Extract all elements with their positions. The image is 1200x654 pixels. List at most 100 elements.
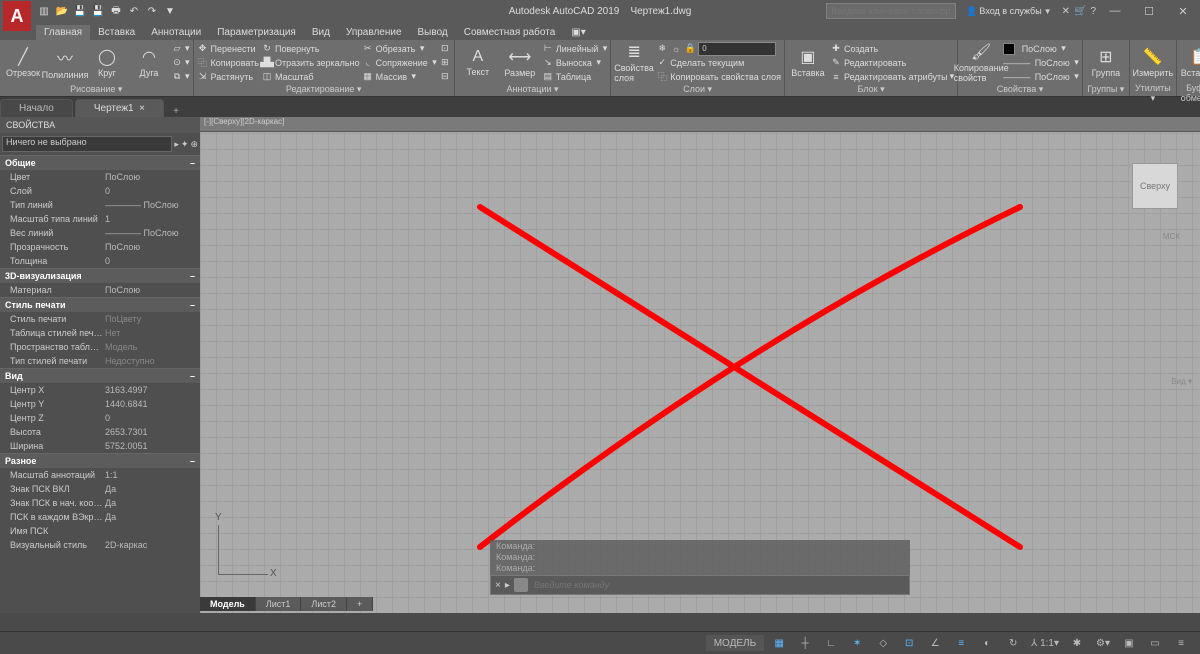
status-polar-icon[interactable]: ✶ (846, 635, 868, 651)
status-lwt-icon[interactable]: ≡ (950, 635, 972, 651)
layout-add-button[interactable]: + (347, 597, 373, 611)
prop-row[interactable]: Тип стилей печатиНедоступно (0, 354, 200, 368)
cart-icon[interactable]: 🛒 (1074, 6, 1086, 17)
prop-value[interactable]: 0 (105, 256, 200, 266)
copy-layer-props-button[interactable]: ⿻Копировать свойства слоя (656, 70, 781, 83)
command-input[interactable] (532, 579, 905, 591)
panel-draw-label[interactable]: Рисование ▾ (3, 84, 190, 96)
layer-state-icon[interactable]: ❄ (656, 43, 668, 55)
start-tab[interactable]: Начало (0, 99, 73, 117)
tab-annotate[interactable]: Аннотации (143, 25, 209, 40)
status-transparency-icon[interactable]: ◐ (976, 635, 998, 651)
rotate-button[interactable]: ↻Повернуть (261, 42, 360, 55)
selection-combo[interactable]: Ничего не выбрано (2, 136, 172, 152)
close-button[interactable]: ✕ (1168, 2, 1198, 20)
prop-row[interactable]: Стиль печатиПоЦвету (0, 312, 200, 326)
array-button[interactable]: ▦Массив ▾ (362, 70, 437, 83)
prop-value[interactable]: Да (105, 484, 200, 494)
match-properties-button[interactable]: 🖌Копирование свойств (961, 42, 1001, 84)
polyline-button[interactable]: 〰Полилиния (45, 42, 85, 84)
prop-row[interactable]: ПСК в каждом ВЭкр…Да (0, 510, 200, 524)
prop-value[interactable]: ПоСлою (105, 242, 200, 252)
lineweight-combo[interactable]: ——— ПоСлою ▾ (1003, 56, 1079, 69)
text-button[interactable]: AТекст (458, 42, 498, 84)
tab-manage[interactable]: Управление (338, 25, 410, 40)
prop-row[interactable]: Масштаб аннотаций1:1 (0, 468, 200, 482)
prop-value[interactable]: 2D-каркас (105, 540, 200, 550)
panel-block-label[interactable]: Блок ▾ (788, 84, 954, 96)
status-annotation-icon[interactable]: ✱ (1066, 635, 1088, 651)
prop-value[interactable]: 0 (105, 186, 200, 196)
move-button[interactable]: ✥Перенести (197, 42, 259, 55)
prop-row[interactable]: Центр X3163.4997 (0, 383, 200, 397)
status-monitor-icon[interactable]: ▣ (1118, 635, 1140, 651)
line-button[interactable]: ╱Отрезок (3, 42, 43, 84)
save-icon[interactable]: 💾 (72, 3, 88, 19)
pickadd-icon[interactable]: ⊕ (190, 139, 198, 150)
new-drawing-tab-button[interactable]: + (166, 106, 186, 117)
status-otrack-icon[interactable]: ∠ (924, 635, 946, 651)
tab-more-icon[interactable]: ▣▾ (563, 25, 593, 40)
status-cycling-icon[interactable]: ↻ (1002, 635, 1024, 651)
prop-row[interactable]: Центр Z0 (0, 411, 200, 425)
status-clean-icon[interactable]: ▭ (1144, 635, 1166, 651)
create-block-button[interactable]: ✚Создать (830, 42, 954, 55)
prop-row[interactable]: МатериалПоСлою (0, 283, 200, 297)
layout-sheet2[interactable]: Лист2 (301, 597, 347, 611)
make-current-button[interactable]: ✓Сделать текущим (656, 56, 781, 69)
prop-value[interactable]: 5752.0051 (105, 441, 200, 451)
misc-draw-3[interactable]: ⧉▾ (171, 70, 190, 83)
prop-value[interactable]: 0 (105, 413, 200, 423)
measure-button[interactable]: 📏Измерить (1133, 41, 1173, 83)
prop-row[interactable]: Высота2653.7301 (0, 425, 200, 439)
open-icon[interactable]: 📂 (54, 3, 70, 19)
sign-in-button[interactable]: 👤Вход в службы▼ (960, 4, 1057, 19)
table-button[interactable]: ▤Таблица (542, 70, 607, 83)
prop-row[interactable]: Масштаб типа линий1 (0, 212, 200, 226)
tab-output[interactable]: Вывод (410, 25, 456, 40)
section-misc[interactable]: Разное– (0, 453, 200, 468)
circle-button[interactable]: ◯Круг (87, 42, 127, 84)
panel-utilities-label[interactable]: Утилиты ▾ (1133, 83, 1173, 105)
modify-extra-2[interactable]: ⊞ (439, 56, 451, 69)
panel-annotation-label[interactable]: Аннотации ▾ (458, 84, 607, 96)
section-plot[interactable]: Стиль печати– (0, 297, 200, 312)
tab-parametric[interactable]: Параметризация (209, 25, 304, 40)
insert-block-button[interactable]: ▣Вставка (788, 42, 828, 84)
prop-value[interactable]: ПоСлою (105, 285, 200, 295)
saveas-icon[interactable]: 💾 (90, 3, 106, 19)
drawing-area[interactable]: [-][Сверху][2D-каркас] Сверху МСК Вид ▾ … (200, 117, 1200, 613)
view-cube[interactable]: Сверху (1125, 157, 1185, 217)
modify-extra-1[interactable]: ⊡ (439, 42, 451, 55)
search-input[interactable] (826, 3, 956, 19)
undo-icon[interactable]: ↶ (126, 3, 142, 19)
layout-model[interactable]: Модель (200, 597, 256, 611)
prop-value[interactable]: 1440.6841 (105, 399, 200, 409)
group-button[interactable]: ⊞Группа (1086, 42, 1126, 84)
new-icon[interactable]: ▥ (36, 3, 52, 19)
scale-button[interactable]: ◫Масштаб (261, 70, 360, 83)
redo-icon[interactable]: ↷ (144, 3, 160, 19)
maximize-button[interactable]: ☐ (1134, 2, 1164, 20)
prop-value[interactable]: 1 (105, 214, 200, 224)
panel-groups-label[interactable]: Группы ▾ (1086, 84, 1126, 96)
tab-collab[interactable]: Совместная работа (456, 25, 564, 40)
prop-row[interactable]: ПрозрачностьПоСлою (0, 240, 200, 254)
prop-row[interactable]: Пространство табл…Модель (0, 340, 200, 354)
prop-value[interactable]: 1:1 (105, 470, 200, 480)
prop-value[interactable]: Нет (105, 328, 200, 338)
select-objects-icon[interactable]: ✦ (181, 139, 189, 150)
prop-row[interactable]: ЦветПоСлою (0, 170, 200, 184)
prop-row[interactable]: Имя ПСК (0, 524, 200, 538)
prop-row[interactable]: Знак ПСК в нач. коо…Да (0, 496, 200, 510)
panel-properties-label[interactable]: Свойства ▾ (961, 84, 1079, 96)
tab-home[interactable]: Главная (36, 25, 90, 40)
prop-value[interactable]: ———— ПоСлою (105, 228, 200, 238)
prop-row[interactable]: Толщина0 (0, 254, 200, 268)
trim-button[interactable]: ✂Обрезать ▾ (362, 42, 437, 55)
viewport-label[interactable]: [-][Сверху][2D-каркас] (200, 117, 1200, 132)
status-iso-icon[interactable]: ◇ (872, 635, 894, 651)
view-controls-label[interactable]: Вид ▾ (1171, 377, 1192, 386)
status-customize-icon[interactable]: ≡ (1170, 635, 1192, 651)
color-combo[interactable]: ПоСлою ▾ (1003, 42, 1079, 55)
